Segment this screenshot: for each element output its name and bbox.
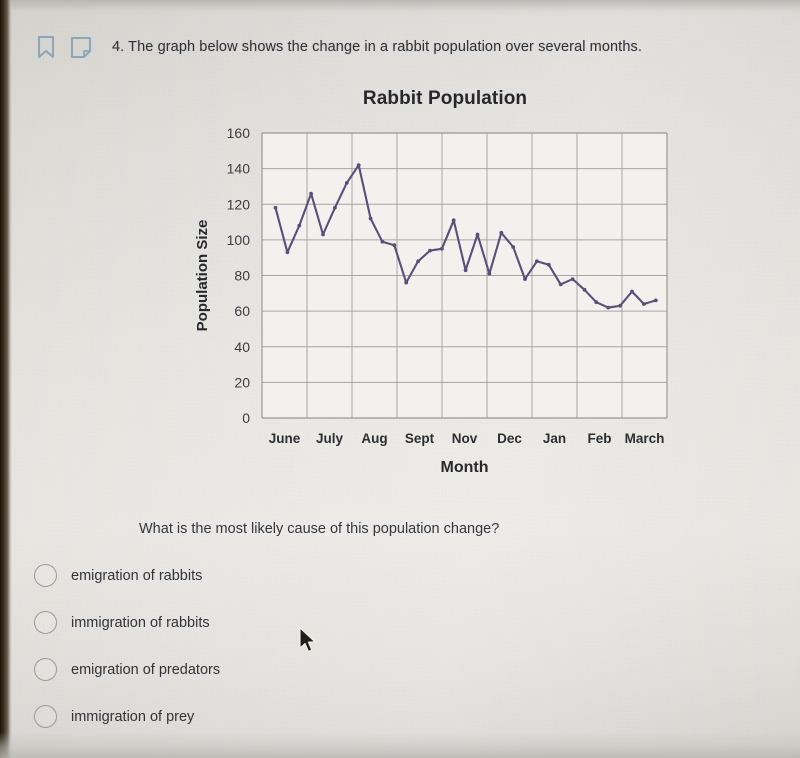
data-point-marker bbox=[285, 250, 290, 255]
bookmark-icon[interactable] bbox=[36, 35, 56, 59]
answer-options-list: emigration of rabbits immigration of rab… bbox=[34, 552, 554, 740]
x-axis-tick-label: Nov bbox=[452, 431, 478, 446]
note-icon[interactable] bbox=[70, 36, 92, 59]
answer-prompt: What is the most likely cause of this po… bbox=[139, 521, 500, 537]
radio-button-3[interactable] bbox=[34, 705, 57, 728]
x-axis-tick-label: Feb bbox=[587, 431, 611, 446]
data-point-marker bbox=[582, 287, 587, 292]
data-point-marker bbox=[618, 303, 622, 308]
data-point-marker bbox=[297, 223, 302, 228]
mouse-pointer-icon bbox=[298, 627, 318, 660]
chart-canvas: 0 20 40 60 80 100 120 140 160 June July Aug Sept Nov D… bbox=[194, 125, 668, 476]
data-point-marker bbox=[392, 243, 397, 248]
data-point-marker bbox=[523, 277, 527, 281]
data-point-marker bbox=[333, 205, 337, 210]
y-axis-tick-label: 60 bbox=[234, 303, 250, 319]
x-axis-tick-label: Jan bbox=[543, 431, 566, 446]
photo-top-edge bbox=[0, 0, 800, 16]
data-point-marker bbox=[321, 232, 325, 237]
data-point-marker bbox=[380, 239, 385, 244]
data-point-marker bbox=[368, 216, 373, 221]
answer-label-1: immigration of rabbits bbox=[71, 614, 210, 631]
x-axis-tick-label: July bbox=[316, 431, 344, 446]
data-point-marker bbox=[558, 282, 563, 287]
y-axis-tick-label: 80 bbox=[234, 268, 250, 284]
x-axis-tick-label: Aug bbox=[361, 431, 387, 446]
data-point-marker bbox=[594, 300, 599, 305]
radio-button-1[interactable] bbox=[34, 611, 57, 634]
answer-label-0: emigration of rabbits bbox=[71, 567, 203, 584]
x-axis-tick-label: Dec bbox=[497, 431, 522, 446]
data-point-marker bbox=[570, 277, 575, 281]
data-point-marker bbox=[642, 302, 646, 306]
x-axis-tick-label: March bbox=[625, 431, 665, 446]
data-point-marker bbox=[511, 245, 516, 249]
question-prompt-text: 4. The graph below shows the change in a… bbox=[112, 39, 642, 55]
radio-button-2[interactable] bbox=[34, 658, 57, 681]
y-axis-tick-label: 20 bbox=[234, 374, 250, 390]
data-point-marker bbox=[546, 262, 551, 267]
y-axis-tick-label: 140 bbox=[227, 161, 251, 177]
answer-label-2: emigration of predators bbox=[71, 661, 221, 678]
radio-button-0[interactable] bbox=[34, 564, 57, 587]
data-point-marker bbox=[463, 268, 468, 273]
x-axis-tick-label: June bbox=[269, 431, 301, 446]
data-point-marker bbox=[273, 205, 278, 210]
answer-option-2[interactable]: emigration of predators bbox=[34, 646, 554, 693]
answer-option-0[interactable]: emigration of rabbits bbox=[34, 552, 554, 599]
data-point-marker bbox=[428, 248, 432, 253]
y-axis-title: Population Size bbox=[194, 220, 211, 332]
answer-option-3[interactable]: immigration of prey bbox=[34, 693, 554, 740]
data-point-marker bbox=[344, 181, 349, 185]
answer-label-3: immigration of prey bbox=[71, 708, 195, 725]
data-point-marker bbox=[416, 259, 420, 264]
y-axis-tick-label: 40 bbox=[234, 339, 250, 355]
data-point-marker bbox=[440, 246, 444, 251]
x-axis-title: Month bbox=[441, 459, 489, 476]
data-point-marker bbox=[356, 163, 361, 167]
data-point-marker bbox=[487, 271, 492, 276]
y-axis-tick-label: 160 bbox=[227, 125, 251, 141]
data-point-marker bbox=[630, 289, 634, 294]
photo-left-edge bbox=[0, 0, 12, 758]
question-header: 4. The graph below shows the change in a… bbox=[36, 30, 776, 64]
data-point-marker bbox=[606, 305, 611, 310]
data-point-marker bbox=[535, 259, 539, 264]
x-axis-tick-label: Sept bbox=[405, 431, 435, 446]
photo-page: 4. The graph below shows the change in a… bbox=[0, 0, 800, 758]
answer-option-1[interactable]: immigration of rabbits bbox=[34, 599, 554, 646]
data-point-marker bbox=[653, 298, 658, 303]
data-point-marker bbox=[404, 280, 409, 285]
rabbit-population-chart: Rabbit Population 0 20 40 60 80 100 120 140 160 J… bbox=[185, 88, 705, 488]
y-axis-tick-label: 120 bbox=[227, 196, 251, 212]
y-axis-tick-label: 100 bbox=[227, 232, 251, 248]
data-point-marker bbox=[475, 232, 480, 237]
data-point-marker bbox=[309, 191, 313, 196]
y-axis-tick-label: 0 bbox=[242, 410, 250, 426]
data-point-marker bbox=[499, 230, 504, 235]
data-point-marker bbox=[451, 218, 456, 223]
